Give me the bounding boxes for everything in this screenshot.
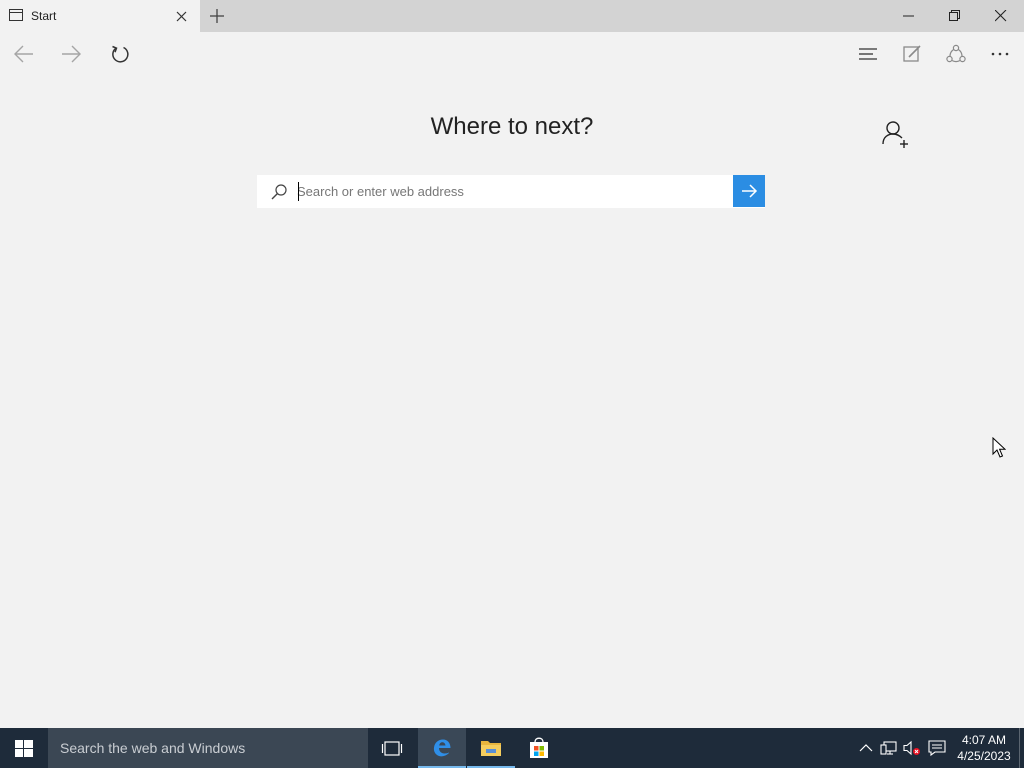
tab-start[interactable]: Start xyxy=(0,0,200,32)
store-icon xyxy=(530,737,548,758)
search-icon xyxy=(271,184,287,200)
file-explorer-icon xyxy=(481,741,501,756)
page-heading: Where to next? xyxy=(430,113,594,140)
forward-arrow-icon xyxy=(62,45,81,63)
more-button[interactable] xyxy=(984,38,1016,70)
address-search-box xyxy=(257,175,765,208)
restore-button[interactable] xyxy=(932,0,978,32)
taskbar-search-box[interactable]: Search the web and Windows xyxy=(48,728,368,768)
hub-button[interactable] xyxy=(852,38,884,70)
clock-time: 4:07 AM xyxy=(961,733,1007,747)
refresh-button[interactable] xyxy=(104,38,136,70)
navigation-toolbar xyxy=(0,32,1024,76)
close-tab-icon[interactable] xyxy=(171,6,191,26)
profile-button[interactable] xyxy=(880,118,912,150)
task-view-button[interactable] xyxy=(368,728,416,768)
show-desktop-button[interactable] xyxy=(1019,728,1024,768)
new-tab-icon[interactable] xyxy=(206,5,228,27)
arrow-right-icon xyxy=(742,184,758,198)
restore-icon xyxy=(949,10,960,21)
search-input[interactable] xyxy=(297,175,727,208)
back-arrow-icon xyxy=(14,45,33,63)
page-icon xyxy=(9,9,23,21)
store-taskbar-button[interactable] xyxy=(515,728,563,768)
taskbar: Search the web and Windows 4:07 AM 4/25/… xyxy=(0,728,1024,768)
share-button[interactable] xyxy=(940,38,972,70)
action-center-icon[interactable] xyxy=(928,740,946,756)
network-icon[interactable] xyxy=(880,740,898,756)
refresh-icon xyxy=(112,45,129,63)
web-note-icon xyxy=(903,45,921,62)
more-icon xyxy=(991,52,1009,56)
minimize-icon xyxy=(903,15,914,17)
taskbar-search-placeholder: Search the web and Windows xyxy=(60,740,246,756)
tab-title: Start xyxy=(31,9,57,23)
hub-icon xyxy=(859,48,877,60)
volume-muted-icon[interactable] xyxy=(903,740,921,756)
file-explorer-taskbar-button[interactable] xyxy=(467,728,515,768)
clock-date: 4/25/2023 xyxy=(957,749,1011,763)
text-caret xyxy=(298,182,299,201)
windows-logo-icon xyxy=(15,740,33,757)
close-window-button[interactable] xyxy=(978,0,1024,32)
minimize-button[interactable] xyxy=(886,0,932,32)
mouse-cursor-icon xyxy=(992,437,1006,458)
edge-icon xyxy=(433,739,451,757)
close-icon xyxy=(995,10,1007,22)
web-note-button[interactable] xyxy=(896,38,928,70)
start-button[interactable] xyxy=(0,728,48,768)
go-button[interactable] xyxy=(733,175,765,207)
title-bar: Start xyxy=(0,0,1024,32)
show-hidden-icons-chevron-icon[interactable] xyxy=(857,740,875,756)
forward-button[interactable] xyxy=(55,38,87,70)
edge-taskbar-button[interactable] xyxy=(418,728,466,768)
add-person-icon xyxy=(882,121,908,148)
clock[interactable]: 4:07 AM 4/25/2023 xyxy=(952,732,1016,764)
back-button[interactable] xyxy=(8,38,40,70)
share-icon xyxy=(946,44,966,63)
task-view-icon xyxy=(381,741,403,756)
